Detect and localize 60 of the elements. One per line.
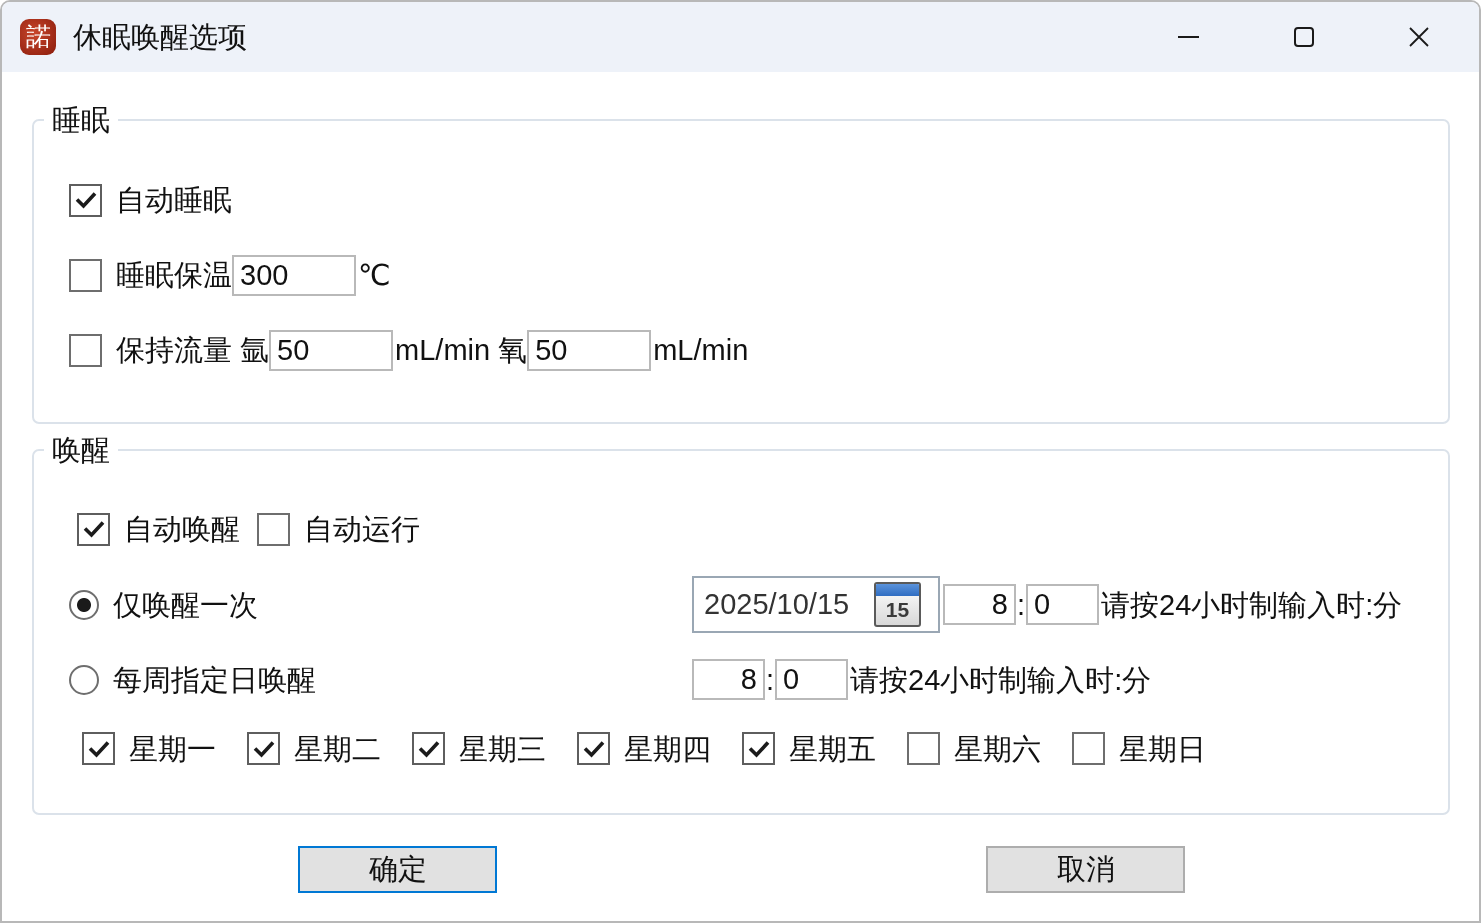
calendar-button[interactable]: 15 [874, 582, 921, 627]
time-separator: : [1016, 587, 1027, 623]
text-field[interactable]: 50 [527, 329, 652, 371]
checkbox[interactable] [907, 732, 940, 765]
check-icon [252, 739, 275, 758]
checkbox-label[interactable]: 保持流量 氩 [116, 332, 270, 368]
minute-field[interactable]: 0 [775, 659, 849, 700]
checkbox-label[interactable]: 星期五 [789, 730, 876, 767]
radio-label[interactable]: 仅唤醒一次 [113, 586, 258, 623]
hint-text: 请按24小时制输入时:分 [1101, 587, 1403, 623]
checkbox[interactable] [577, 732, 610, 765]
hour-field[interactable]: 8 [943, 584, 1016, 625]
checkbox-label[interactable]: 睡眠保温 [116, 257, 232, 293]
checkbox-label[interactable]: 星期日 [1119, 730, 1206, 767]
minimize-icon [1178, 36, 1199, 38]
dialog-button[interactable]: 取消 [986, 846, 1185, 893]
maximize-icon [1293, 27, 1314, 47]
checkbox[interactable] [412, 732, 445, 765]
checkbox-label[interactable]: 星期六 [954, 730, 1041, 767]
window-title: 休眠唤醒选项 [73, 20, 247, 55]
time-separator: : [765, 662, 776, 698]
check-icon [74, 191, 97, 209]
dialog-button[interactable]: 确定 [298, 846, 497, 893]
checkbox[interactable] [247, 732, 280, 765]
checkbox[interactable] [69, 183, 102, 217]
checkbox-label[interactable]: 星期一 [129, 730, 216, 767]
radio-button[interactable] [69, 589, 99, 620]
check-icon [582, 739, 605, 758]
checkbox[interactable] [69, 258, 102, 292]
hint-text: 请按24小时制输入时:分 [850, 662, 1152, 698]
text-field[interactable]: 300 [232, 254, 356, 296]
checkbox[interactable] [742, 732, 775, 765]
app-logo: 諾 [20, 19, 56, 55]
unit-label: ℃ [358, 258, 391, 293]
unit-label: mL/min 氧 [395, 333, 528, 368]
radio-label[interactable]: 每周指定日唤醒 [113, 661, 316, 698]
text-field[interactable]: 50 [269, 329, 394, 371]
checkbox[interactable] [69, 333, 102, 367]
check-icon [87, 739, 110, 758]
group-title: 唤醒 [51, 433, 111, 467]
checkbox[interactable] [1072, 732, 1105, 765]
checkbox[interactable] [77, 512, 110, 546]
checkbox[interactable] [82, 732, 115, 765]
checkbox-label[interactable]: 自动运行 [304, 511, 420, 547]
minute-field[interactable]: 0 [1026, 584, 1100, 625]
date-field[interactable]: 2025/10/15 15 [692, 576, 940, 633]
radio-button[interactable] [69, 664, 99, 695]
checkbox-label[interactable]: 自动睡眠 [116, 182, 232, 218]
checkbox-label[interactable]: 星期四 [624, 730, 711, 767]
check-icon [747, 739, 770, 758]
checkbox-label[interactable]: 自动唤醒 [124, 511, 240, 547]
checkbox-label[interactable]: 星期二 [294, 730, 381, 767]
close-icon [1408, 27, 1429, 47]
checkbox-label[interactable]: 星期三 [459, 730, 546, 767]
group-title: 睡眠 [51, 103, 111, 137]
hour-field[interactable]: 8 [692, 659, 765, 700]
checkbox[interactable] [257, 512, 290, 546]
check-icon [82, 520, 105, 538]
check-icon [417, 739, 440, 758]
unit-label: mL/min [653, 333, 749, 368]
